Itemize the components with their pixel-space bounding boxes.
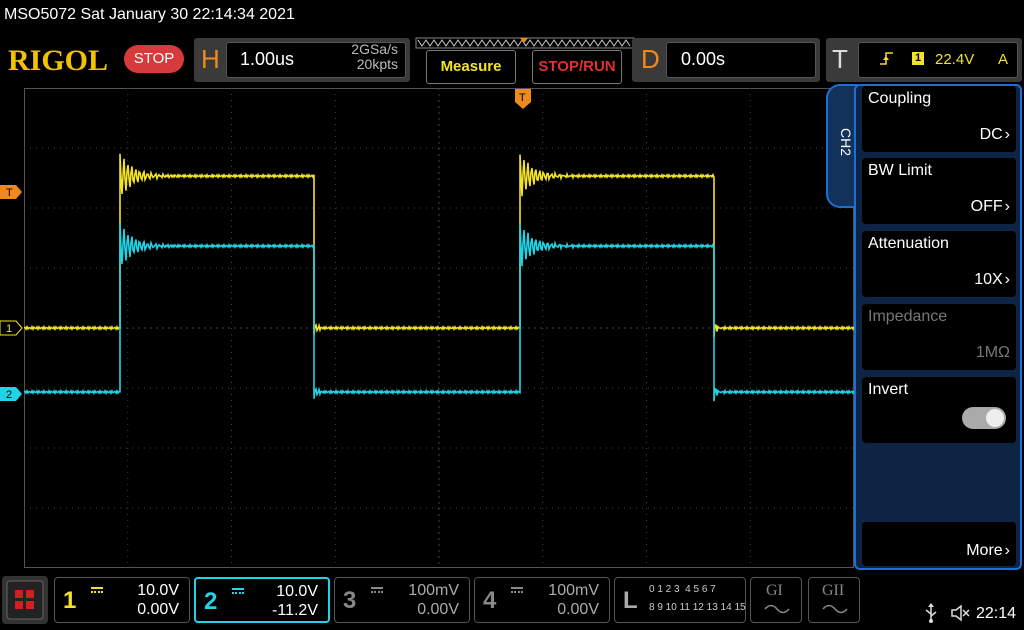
speaker-muted-icon[interactable] <box>950 604 970 622</box>
ch1-marker-label: 1 <box>6 323 12 335</box>
generator-1-label: GI <box>766 582 783 599</box>
dc-coupling-icon <box>371 587 383 593</box>
ch2-offset: -11.2V <box>272 602 318 619</box>
generator-1-button[interactable]: GI <box>750 577 802 623</box>
usb-icon <box>925 603 937 623</box>
trigger-position-label: T <box>519 92 526 104</box>
window-title: MSO5072 Sat January 30 22:14:34 2021 <box>4 6 295 23</box>
menu-more[interactable]: More › <box>862 522 1016 566</box>
horizontal-letter: H <box>201 44 220 74</box>
menu-impedance-value: 1MΩ <box>975 344 1010 361</box>
chevron-right-icon: › <box>1004 542 1010 559</box>
menu-bw-limit-title: BW Limit <box>868 162 932 179</box>
logic-channels-row1: 0 1 2 3 4 5 6 7 <box>649 584 716 595</box>
sine-wave-icon <box>764 604 790 614</box>
overview-waveform <box>415 37 635 49</box>
sample-rate: 2GSa/s <box>351 41 398 57</box>
trigger-level-marker[interactable]: T <box>0 184 24 200</box>
dc-coupling-icon <box>232 588 244 594</box>
chevron-right-icon: › <box>1004 271 1010 288</box>
menu-more-label: More <box>966 542 1003 559</box>
measure-button[interactable]: Measure <box>426 50 516 84</box>
menu-impedance-title: Impedance <box>868 308 948 325</box>
dc-coupling-icon <box>511 587 523 593</box>
ch3-scale: 100mV <box>408 582 459 599</box>
menu-bw-limit-value: OFF <box>970 198 1003 215</box>
tab-ch2-label: CH2 <box>838 127 855 157</box>
menu-coupling-title: Coupling <box>868 90 932 107</box>
app-grid-icon <box>6 580 44 620</box>
menu-coupling[interactable]: Coupling DC › <box>862 86 1016 152</box>
delay-letter: D <box>641 44 660 74</box>
ch2-offset-marker[interactable]: 2 <box>0 386 24 402</box>
trigger-position-marker[interactable]: T <box>514 88 532 110</box>
ch3-number: 3 <box>343 587 357 614</box>
menu-attenuation[interactable]: Attenuation 10X › <box>862 231 1016 297</box>
trigger-level: 22.4V <box>935 51 975 68</box>
dc-coupling-icon <box>91 587 103 593</box>
ch4-scale: 100mV <box>548 582 599 599</box>
sine-wave-icon <box>822 604 848 614</box>
generator-2-button[interactable]: GII <box>808 577 860 623</box>
rigol-logo: RIGOL <box>8 44 109 77</box>
delay-value: 0.00s <box>681 49 726 69</box>
stop-run-button[interactable]: STOP/RUN <box>532 50 622 84</box>
ch3-info[interactable]: 3 100mV 0.00V <box>334 577 470 623</box>
ch1-offset-marker[interactable]: 1 <box>0 320 24 336</box>
logic-letter: L <box>623 587 638 614</box>
trigger-letter: T <box>832 44 848 74</box>
ch4-number: 4 <box>483 587 497 614</box>
invert-toggle[interactable] <box>962 407 1006 429</box>
ch1-info[interactable]: 1 10.0V 0.00V <box>54 577 190 623</box>
menu-attenuation-title: Attenuation <box>868 235 949 252</box>
logic-channels-row2: 8 9 10 11 12 13 14 15 <box>649 602 746 613</box>
trigger-level-marker-label: T <box>6 187 13 199</box>
sample-rate-info: 2GSa/s 20kpts <box>336 42 398 72</box>
chevron-right-icon: › <box>1004 198 1010 215</box>
rising-edge-icon <box>880 52 893 65</box>
memory-overview[interactable] <box>414 36 636 50</box>
menu-invert[interactable]: Invert <box>862 377 1016 443</box>
clock: 22:14 <box>976 605 1017 622</box>
trigger-source: 1 <box>912 52 924 65</box>
ch2-marker-label: 2 <box>6 389 12 401</box>
waveform-display[interactable] <box>23 88 855 568</box>
ch3-offset: 0.00V <box>417 601 459 618</box>
menu-coupling-value: DC <box>979 126 1003 143</box>
ch2-info[interactable]: 2 10.0V -11.2V <box>194 577 330 623</box>
ch1-number: 1 <box>63 587 77 614</box>
menu-bw-limit[interactable]: BW Limit OFF › <box>862 158 1016 224</box>
menu-attenuation-value: 10X <box>974 271 1003 288</box>
ch2-scale: 10.0V <box>276 583 318 600</box>
chevron-right-icon: › <box>1004 126 1010 143</box>
memory-depth: 20kpts <box>356 56 398 72</box>
app-menu-button[interactable] <box>2 576 48 624</box>
ch4-offset: 0.00V <box>557 601 599 618</box>
ch1-scale: 10.0V <box>137 582 179 599</box>
menu-invert-title: Invert <box>868 381 909 398</box>
ch2-number: 2 <box>204 588 218 615</box>
logic-analyzer-info[interactable]: L 0 1 2 3 4 5 6 7 8 9 10 11 12 13 14 15 <box>614 577 746 623</box>
trigger-mode: A <box>998 51 1009 68</box>
ch4-info[interactable]: 4 100mV 0.00V <box>474 577 610 623</box>
menu-impedance: Impedance 1MΩ <box>862 304 1016 370</box>
ch1-offset: 0.00V <box>137 601 179 618</box>
run-state-badge[interactable]: STOP <box>124 45 184 73</box>
timebase-value: 1.00us <box>240 49 295 69</box>
generator-2-label: GII <box>822 582 845 599</box>
graticule <box>23 88 855 568</box>
